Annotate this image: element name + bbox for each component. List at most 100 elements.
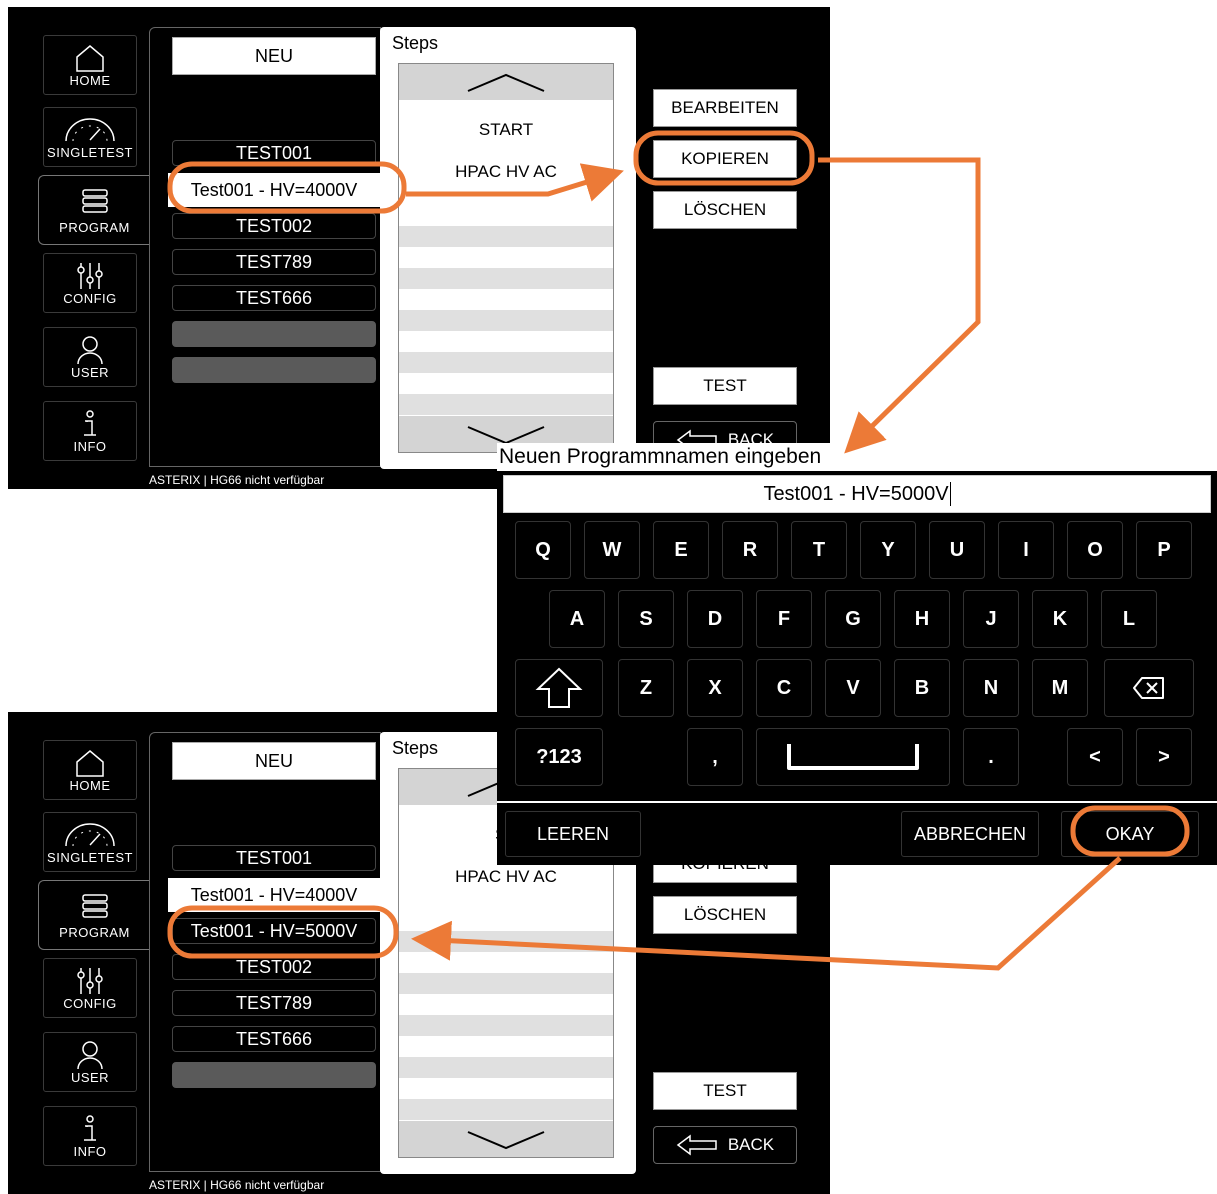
key-v[interactable]: V — [825, 659, 881, 717]
nav-program-button[interactable]: PROGRAM — [38, 880, 150, 950]
copy-button[interactable]: KOPIEREN — [653, 140, 797, 178]
nav-program-button[interactable]: PROGRAM — [38, 175, 150, 245]
dialog-action-bar: LEEREN ABBRECHEN OKAY — [497, 801, 1217, 865]
sliders-icon — [44, 965, 136, 995]
key-p[interactable]: P — [1136, 521, 1192, 579]
key-z[interactable]: Z — [618, 659, 674, 717]
clear-button[interactable]: LEEREN — [505, 811, 641, 857]
symbols-key[interactable]: ?123 — [515, 728, 603, 786]
period-key[interactable]: . — [963, 728, 1019, 786]
key-s[interactable]: S — [618, 590, 674, 648]
program-list-item[interactable]: TEST001 — [172, 845, 376, 871]
edit-button[interactable]: BEARBEITEN — [653, 89, 797, 127]
delete-button[interactable]: LÖSCHEN — [653, 896, 797, 934]
nav-user-button[interactable]: USER — [43, 1032, 137, 1092]
okay-button[interactable]: OKAY — [1061, 811, 1199, 857]
steps-title: Steps — [392, 33, 439, 53]
step-item[interactable]: START — [399, 120, 613, 140]
key-l[interactable]: L — [1101, 590, 1157, 648]
user-icon — [44, 334, 136, 365]
program-list-item[interactable]: TEST789 — [172, 990, 376, 1016]
key-b[interactable]: B — [894, 659, 950, 717]
cursor-right-key[interactable]: > — [1136, 728, 1192, 786]
nav-home-button[interactable]: HOME — [43, 35, 137, 95]
key-n[interactable]: N — [963, 659, 1019, 717]
key-c[interactable]: C — [756, 659, 812, 717]
backspace-icon — [1133, 677, 1164, 699]
nav-config-button[interactable]: CONFIG — [43, 958, 137, 1018]
key-g[interactable]: G — [825, 590, 881, 648]
test-button[interactable]: TEST — [653, 1072, 797, 1110]
key-q[interactable]: Q — [515, 521, 571, 579]
cancel-button[interactable]: ABBRECHEN — [901, 811, 1039, 857]
key-f[interactable]: F — [756, 590, 812, 648]
program-list-item[interactable]: TEST789 — [172, 249, 376, 275]
key-t[interactable]: T — [791, 521, 847, 579]
step-item[interactable]: HPAC HV AC — [399, 162, 613, 182]
key-h[interactable]: H — [894, 590, 950, 648]
nav-home-label: HOME — [69, 73, 111, 88]
program-list-item-empty[interactable] — [172, 321, 376, 347]
stack-icon — [39, 186, 150, 216]
nav-config-button[interactable]: CONFIG — [43, 253, 137, 313]
key-d[interactable]: D — [687, 590, 743, 648]
status-bar: ASTERIX | HG66 nicht verfügbar — [149, 473, 325, 487]
nav-singletest-label: SINGLETEST — [47, 850, 133, 865]
key-j[interactable]: J — [963, 590, 1019, 648]
key-a[interactable]: A — [549, 590, 605, 648]
nav-singletest-button[interactable]: SINGLETEST — [43, 812, 137, 872]
steps-scroll-down-button[interactable] — [399, 1121, 613, 1157]
info-icon — [44, 1113, 136, 1143]
comma-key[interactable]: , — [687, 728, 743, 786]
program-list-item-selected[interactable]: Test001 - HV=4000V — [168, 173, 380, 207]
program-list-item[interactable]: TEST666 — [172, 285, 376, 311]
nav-info-label: INFO — [73, 1144, 107, 1159]
back-button[interactable]: BACK — [653, 1126, 797, 1164]
chevron-down-icon — [467, 1131, 545, 1150]
key-r[interactable]: R — [722, 521, 778, 579]
nav-user-button[interactable]: USER — [43, 327, 137, 387]
nav-info-label: INFO — [73, 439, 107, 454]
program-list-item[interactable]: TEST001 — [172, 140, 376, 166]
new-program-button[interactable]: NEU — [172, 37, 376, 75]
program-list-item-new[interactable]: Test001 - HV=5000V — [172, 918, 376, 944]
chevron-up-icon — [467, 73, 545, 92]
nav-user-label: USER — [70, 365, 110, 380]
cursor-left-key[interactable]: < — [1067, 728, 1123, 786]
key-k[interactable]: K — [1032, 590, 1088, 648]
shift-key[interactable] — [515, 659, 603, 717]
key-e[interactable]: E — [653, 521, 709, 579]
key-w[interactable]: W — [584, 521, 640, 579]
nav-home-button[interactable]: HOME — [43, 740, 137, 800]
status-bar: ASTERIX | HG66 nicht verfügbar — [149, 1178, 325, 1192]
nav-info-button[interactable]: INFO — [43, 1106, 137, 1166]
steps-panel: Steps START HPAC HV AC — [380, 27, 636, 469]
key-u[interactable]: U — [929, 521, 985, 579]
program-list-panel — [149, 27, 381, 467]
program-list-item-empty[interactable] — [172, 1062, 376, 1088]
new-program-button[interactable]: NEU — [172, 742, 376, 780]
program-list-item-selected[interactable]: Test001 - HV=4000V — [168, 878, 380, 912]
program-name-input[interactable]: Test001 - HV=5000V — [503, 475, 1211, 513]
key-i[interactable]: I — [998, 521, 1054, 579]
program-list-item[interactable]: TEST002 — [172, 213, 376, 239]
space-key[interactable] — [756, 728, 950, 786]
test-button[interactable]: TEST — [653, 367, 797, 405]
nav-singletest-button[interactable]: SINGLETEST — [43, 107, 137, 167]
dialog-title: Neuen Programmnamen eingeben — [497, 443, 1217, 471]
key-x[interactable]: X — [687, 659, 743, 717]
key-y[interactable]: Y — [860, 521, 916, 579]
nav-program-label: PROGRAM — [59, 220, 130, 235]
stack-icon — [39, 891, 150, 921]
steps-scroll-up-button[interactable] — [399, 64, 613, 100]
program-list-item[interactable]: TEST666 — [172, 1026, 376, 1052]
delete-button[interactable]: LÖSCHEN — [653, 191, 797, 229]
gauge-icon — [44, 819, 136, 849]
program-list-item[interactable]: TEST002 — [172, 954, 376, 980]
nav-info-button[interactable]: INFO — [43, 401, 137, 461]
step-item[interactable]: HPAC HV AC — [399, 867, 613, 887]
program-list-item-empty[interactable] — [172, 357, 376, 383]
key-o[interactable]: O — [1067, 521, 1123, 579]
backspace-key[interactable] — [1104, 659, 1194, 717]
key-m[interactable]: M — [1032, 659, 1088, 717]
